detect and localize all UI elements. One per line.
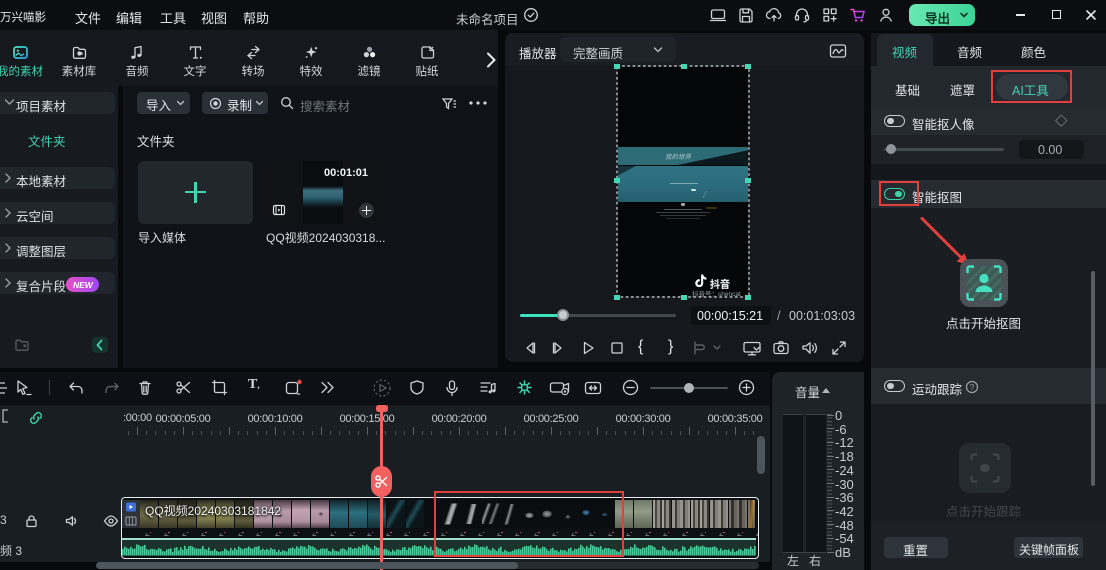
svg-text:?: ?	[970, 383, 975, 392]
